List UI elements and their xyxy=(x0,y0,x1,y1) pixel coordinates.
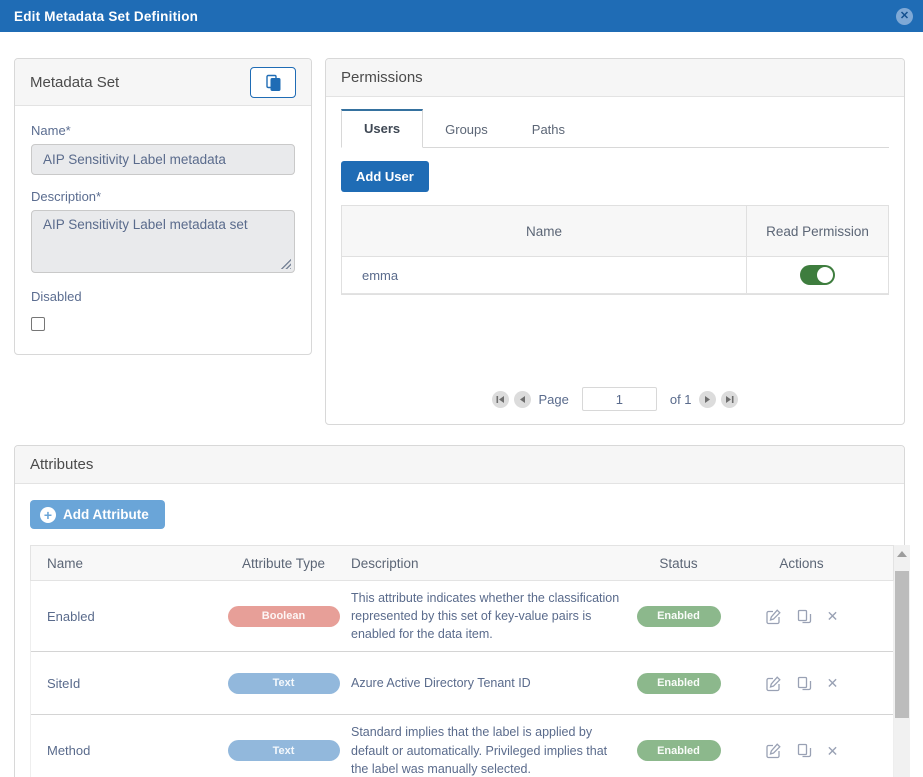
copy-icon[interactable] xyxy=(797,743,812,758)
column-read-permission: Read Permission xyxy=(746,206,888,256)
column-attribute-type: Attribute Type xyxy=(216,556,351,571)
attribute-row: Method Text Standard implies that the la… xyxy=(31,715,893,777)
attributes-title: Attributes xyxy=(30,456,93,473)
page-label: Page xyxy=(538,392,568,407)
name-field[interactable]: AIP Sensitivity Label metadata xyxy=(31,144,295,175)
delete-icon[interactable]: ✕ xyxy=(827,609,839,623)
permissions-table-header: Name Read Permission xyxy=(342,206,888,257)
last-page-button[interactable] xyxy=(721,391,738,408)
attribute-description: Azure Active Directory Tenant ID xyxy=(351,674,631,692)
column-name: Name xyxy=(31,556,216,571)
previous-page-button[interactable] xyxy=(514,391,531,408)
toggle-knob xyxy=(817,267,833,283)
read-permission-toggle[interactable] xyxy=(800,265,835,285)
description-label: Description* xyxy=(31,189,295,204)
attribute-description: This attribute indicates whether the cla… xyxy=(351,589,631,643)
copy-metadata-set-button[interactable] xyxy=(250,67,296,98)
disabled-checkbox[interactable] xyxy=(31,317,45,331)
metadata-set-header: Metadata Set xyxy=(15,59,311,106)
add-user-button[interactable]: Add User xyxy=(341,161,429,192)
attributes-body: + Add Attribute Name Attribute Type Desc… xyxy=(15,484,904,777)
page-number-input[interactable]: 1 xyxy=(582,387,657,411)
attribute-name: Method xyxy=(31,743,216,758)
edit-icon[interactable] xyxy=(765,742,782,759)
user-name: emma xyxy=(342,257,746,293)
delete-icon[interactable]: ✕ xyxy=(827,676,839,690)
metadata-set-title: Metadata Set xyxy=(30,74,119,91)
vertical-scrollbar[interactable] xyxy=(894,545,910,777)
copy-icon[interactable] xyxy=(797,609,812,624)
name-label: Name* xyxy=(31,123,295,138)
dialog-titlebar: Edit Metadata Set Definition ✕ xyxy=(0,0,923,32)
attribute-name: SiteId xyxy=(31,676,216,691)
column-description: Description xyxy=(351,556,631,571)
add-attribute-button[interactable]: + Add Attribute xyxy=(30,500,165,529)
column-status: Status xyxy=(631,556,726,571)
description-value: AIP Sensitivity Label metadata set xyxy=(43,217,248,232)
attribute-type-badge: Boolean xyxy=(228,606,340,627)
attributes-panel: Attributes + Add Attribute Name Attribut… xyxy=(14,445,905,777)
next-page-button[interactable] xyxy=(699,391,716,408)
permissions-tab[interactable]: Paths xyxy=(510,112,587,148)
delete-icon[interactable]: ✕ xyxy=(827,744,839,758)
attributes-table-rows: Enabled Boolean This attribute indicates… xyxy=(30,581,894,777)
page-of-label: of 1 xyxy=(670,392,692,407)
resize-handle[interactable] xyxy=(280,258,291,269)
disabled-label: Disabled xyxy=(31,289,295,304)
attribute-type-badge: Text xyxy=(228,673,340,694)
attribute-row: Enabled Boolean This attribute indicates… xyxy=(31,581,893,652)
metadata-set-panel: Metadata Set Name* AIP Sensitivity Label… xyxy=(14,58,312,355)
column-actions: Actions xyxy=(726,556,877,571)
permissions-panel: Permissions Users Groups Paths Add User … xyxy=(325,58,905,425)
status-badge: Enabled xyxy=(637,606,721,627)
scroll-up-icon[interactable] xyxy=(894,545,910,562)
permissions-table: Name Read Permission emma xyxy=(341,205,889,295)
permissions-table-rows: emma xyxy=(342,257,888,294)
copy-icon[interactable] xyxy=(797,676,812,691)
permissions-title: Permissions xyxy=(341,69,423,86)
attribute-name: Enabled xyxy=(31,609,216,624)
edit-icon[interactable] xyxy=(765,608,782,625)
add-attribute-label: Add Attribute xyxy=(63,507,149,522)
attributes-table: Name Attribute Type Description Status A… xyxy=(30,545,894,777)
close-icon[interactable]: ✕ xyxy=(896,8,913,25)
permissions-header: Permissions xyxy=(326,59,904,97)
permissions-body: Users Groups Paths Add User Name Read Pe… xyxy=(326,97,904,423)
pagination: Page 1 of 1 xyxy=(326,387,904,411)
attributes-header: Attributes xyxy=(15,446,904,484)
permissions-tab[interactable]: Users xyxy=(341,109,423,148)
attribute-type-badge: Text xyxy=(228,740,340,761)
attribute-row: SiteId Text Azure Active Directory Tenan… xyxy=(31,652,893,715)
column-name: Name xyxy=(342,206,746,256)
edit-icon[interactable] xyxy=(765,675,782,692)
permissions-tab[interactable]: Groups xyxy=(423,112,510,148)
dialog-title: Edit Metadata Set Definition xyxy=(14,9,198,24)
status-badge: Enabled xyxy=(637,740,721,761)
permissions-tabs: Users Groups Paths xyxy=(341,109,889,148)
description-field[interactable]: AIP Sensitivity Label metadata set xyxy=(31,210,295,273)
status-badge: Enabled xyxy=(637,673,721,694)
plus-icon: + xyxy=(40,507,56,523)
scrollbar-thumb[interactable] xyxy=(895,571,909,718)
metadata-set-body: Name* AIP Sensitivity Label metadata Des… xyxy=(15,106,311,348)
attribute-description: Standard implies that the label is appli… xyxy=(351,723,631,777)
attributes-table-header: Name Attribute Type Description Status A… xyxy=(30,545,894,581)
first-page-button[interactable] xyxy=(492,391,509,408)
permission-row: emma xyxy=(342,257,888,294)
copy-icon xyxy=(265,74,282,91)
